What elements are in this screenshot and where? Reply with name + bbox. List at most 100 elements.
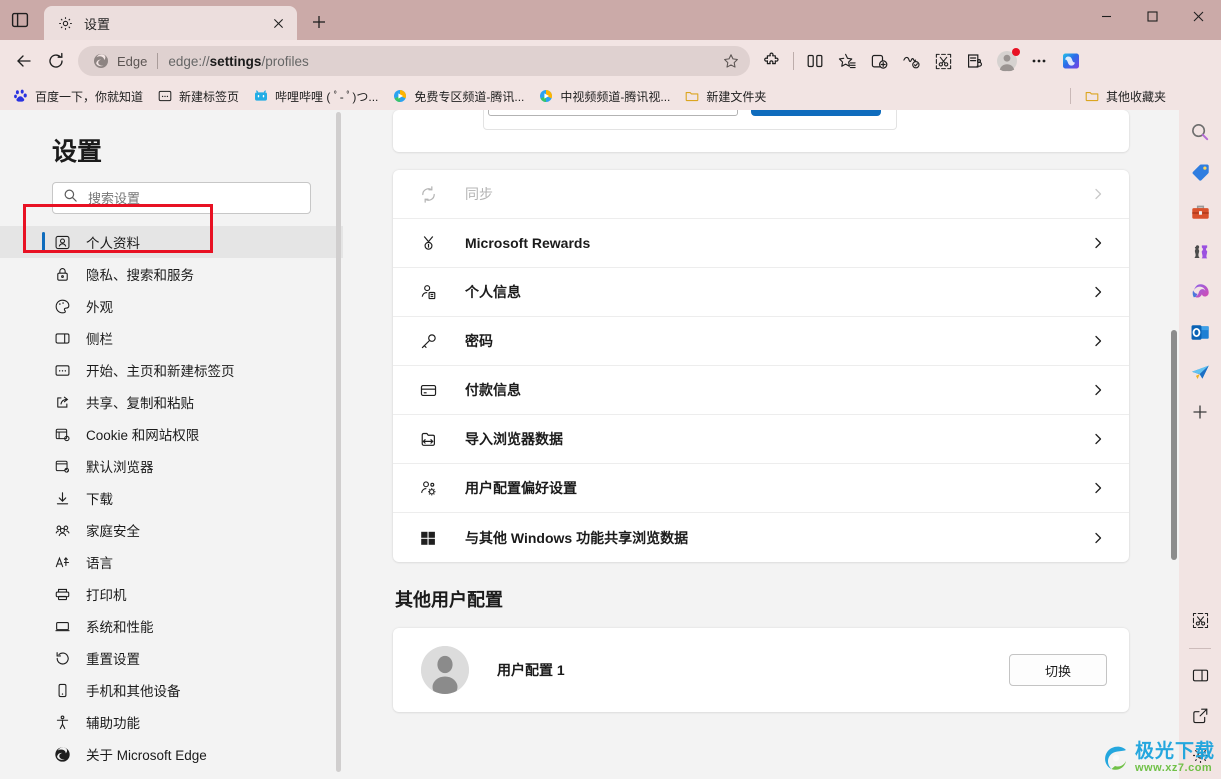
screenshot-scissors-icon[interactable] xyxy=(1184,604,1216,636)
row-share-with-windows[interactable]: 与其他 Windows 功能共享浏览数据 xyxy=(393,513,1129,562)
close-icon[interactable] xyxy=(267,12,289,34)
language-icon xyxy=(52,552,72,572)
search-settings-box[interactable] xyxy=(52,182,311,214)
copilot-icon[interactable] xyxy=(1055,45,1087,77)
sidebar-item-cookies[interactable]: Cookie 和网站权限 xyxy=(0,418,343,450)
sidebar-item-sidebar[interactable]: 侧栏 xyxy=(0,322,343,354)
search-input[interactable] xyxy=(88,190,300,206)
sidebar-item-family-safety[interactable]: 家庭安全 xyxy=(0,514,343,546)
row-label: 与其他 Windows 功能共享浏览数据 xyxy=(465,529,689,546)
sidebar-item-label: 辅助功能 xyxy=(86,716,140,731)
split-screen-icon[interactable] xyxy=(799,45,831,77)
windows-icon xyxy=(417,527,439,549)
sidebar-item-printers[interactable]: 打印机 xyxy=(0,578,343,610)
read-aloud-icon[interactable] xyxy=(959,45,991,77)
profile-avatar-icon[interactable] xyxy=(991,45,1023,77)
sidebar-scrollbar-thumb[interactable] xyxy=(336,112,341,772)
sidebar-item-phone-other-devices[interactable]: 手机和其他设备 xyxy=(0,674,343,706)
other-favorites-button[interactable]: 其他收藏夹 xyxy=(1077,85,1173,107)
address-bar[interactable]: Edge edge://settings/profiles xyxy=(78,46,750,76)
row-sync[interactable]: 同步 xyxy=(393,170,1129,219)
content-scrollbar[interactable] xyxy=(1169,110,1179,779)
bookmark-item[interactable]: 免费专区频道-腾讯... xyxy=(385,85,531,107)
tencent-video-favicon xyxy=(538,88,554,104)
row-import-browser-data[interactable]: 导入浏览器数据 xyxy=(393,415,1129,464)
tools-briefcase-icon[interactable] xyxy=(1184,196,1216,228)
outlook-icon[interactable] xyxy=(1184,316,1216,348)
shopping-tag-icon[interactable] xyxy=(1184,156,1216,188)
open-external-icon[interactable] xyxy=(1184,699,1216,731)
sidebar-item-reset-settings[interactable]: 重置设置 xyxy=(0,642,343,674)
row-passwords[interactable]: 密码 xyxy=(393,317,1129,366)
sidebar-item-label: Cookie 和网站权限 xyxy=(86,428,200,443)
window-controls xyxy=(1083,0,1221,40)
new-tab-button[interactable] xyxy=(303,6,335,38)
profile-name: 用户配置 1 xyxy=(497,662,565,678)
collections-icon[interactable] xyxy=(863,45,895,77)
bookmark-item[interactable]: 中视频频道-腾讯视... xyxy=(531,85,677,107)
key-icon xyxy=(417,330,439,352)
sidebar-item-appearance[interactable]: 外观 xyxy=(0,290,343,322)
edge-sidebar xyxy=(1179,110,1221,779)
bookmarks-bar: 百度一下，你就知道 新建标签页 哔哩哔哩 ( ﾟ- ﾟ)つ... 免费专区频道-… xyxy=(0,82,1221,110)
sidebar-item-about-edge[interactable]: 关于 Microsoft Edge xyxy=(0,738,343,770)
add-sidebar-app-icon[interactable] xyxy=(1184,396,1216,428)
sidebar-item-start-home-newtab[interactable]: 开始、主页和新建标签页 xyxy=(0,354,343,386)
sidebar-item-system-performance[interactable]: 系统和性能 xyxy=(0,610,343,642)
content-scrollbar-thumb[interactable] xyxy=(1171,330,1177,560)
account-name-input[interactable] xyxy=(488,110,738,116)
bookmark-label: 中视频频道-腾讯视... xyxy=(560,89,671,104)
row-label: 导入浏览器数据 xyxy=(465,431,563,447)
row-payment-info[interactable]: 付款信息 xyxy=(393,366,1129,415)
sidebar-item-label: 语言 xyxy=(86,556,113,571)
sync-icon xyxy=(417,183,439,205)
lock-icon xyxy=(52,264,72,284)
row-profile-preferences[interactable]: 用户配置偏好设置 xyxy=(393,464,1129,513)
bookmark-item[interactable]: 哔哩哔哩 ( ﾟ- ﾟ)つ... xyxy=(246,85,385,107)
sidebar-item-profiles[interactable]: 个人资料 xyxy=(0,226,343,258)
bookmark-item[interactable]: 百度一下，你就知道 xyxy=(6,85,150,107)
bookmark-item[interactable]: 新建标签页 xyxy=(150,85,246,107)
row-microsoft-rewards[interactable]: Microsoft Rewards xyxy=(393,219,1129,268)
browser-tab[interactable]: 设置 xyxy=(44,6,297,40)
row-personal-info[interactable]: 个人信息 xyxy=(393,268,1129,317)
other-profile-row: 用户配置 1 切换 xyxy=(393,628,1129,712)
back-button-icon[interactable] xyxy=(8,45,40,77)
settings-page: 设置 个人资料 xyxy=(0,110,1179,779)
sidebar-item-default-browser[interactable]: 默认浏览器 xyxy=(0,450,343,482)
extensions-icon[interactable] xyxy=(756,45,788,77)
sidebar-settings-gear-icon[interactable] xyxy=(1184,739,1216,771)
favorites-icon[interactable] xyxy=(831,45,863,77)
tab-actions-icon[interactable] xyxy=(0,0,40,40)
sidebar-item-privacy[interactable]: 隐私、搜索和服务 xyxy=(0,258,343,290)
personal-info-icon xyxy=(417,281,439,303)
refresh-button-icon[interactable] xyxy=(40,45,72,77)
folder-icon xyxy=(1084,88,1100,104)
paper-plane-icon[interactable] xyxy=(1184,356,1216,388)
close-window-button[interactable] xyxy=(1175,0,1221,33)
sidebar-scrollbar[interactable] xyxy=(336,112,341,777)
switch-profile-button[interactable]: 切换 xyxy=(1009,654,1107,686)
sidebar-item-languages[interactable]: 语言 xyxy=(0,546,343,578)
games-icon[interactable] xyxy=(1184,236,1216,268)
browser-essentials-icon[interactable] xyxy=(895,45,927,77)
more-options-icon[interactable] xyxy=(1023,45,1055,77)
maximize-button[interactable] xyxy=(1129,0,1175,33)
sidebar-item-label: 侧栏 xyxy=(86,332,113,347)
omnibox-url[interactable]: edge://settings/profiles xyxy=(168,54,718,69)
bookmark-folder[interactable]: 新建文件夹 xyxy=(677,85,773,107)
chevron-right-icon xyxy=(1089,185,1107,203)
search-icon xyxy=(63,188,78,208)
account-primary-button[interactable] xyxy=(751,110,881,116)
home-icon xyxy=(52,360,72,380)
star-icon[interactable] xyxy=(718,48,744,74)
microsoft365-icon[interactable] xyxy=(1184,276,1216,308)
sidebar-item-accessibility[interactable]: 辅助功能 xyxy=(0,706,343,738)
printer-icon xyxy=(52,584,72,604)
minimize-button[interactable] xyxy=(1083,0,1129,33)
split-pane-icon[interactable] xyxy=(1184,659,1216,691)
search-icon[interactable] xyxy=(1184,116,1216,148)
sidebar-item-share-copy-paste[interactable]: 共享、复制和粘贴 xyxy=(0,386,343,418)
sidebar-item-downloads[interactable]: 下载 xyxy=(0,482,343,514)
screenshot-icon[interactable] xyxy=(927,45,959,77)
